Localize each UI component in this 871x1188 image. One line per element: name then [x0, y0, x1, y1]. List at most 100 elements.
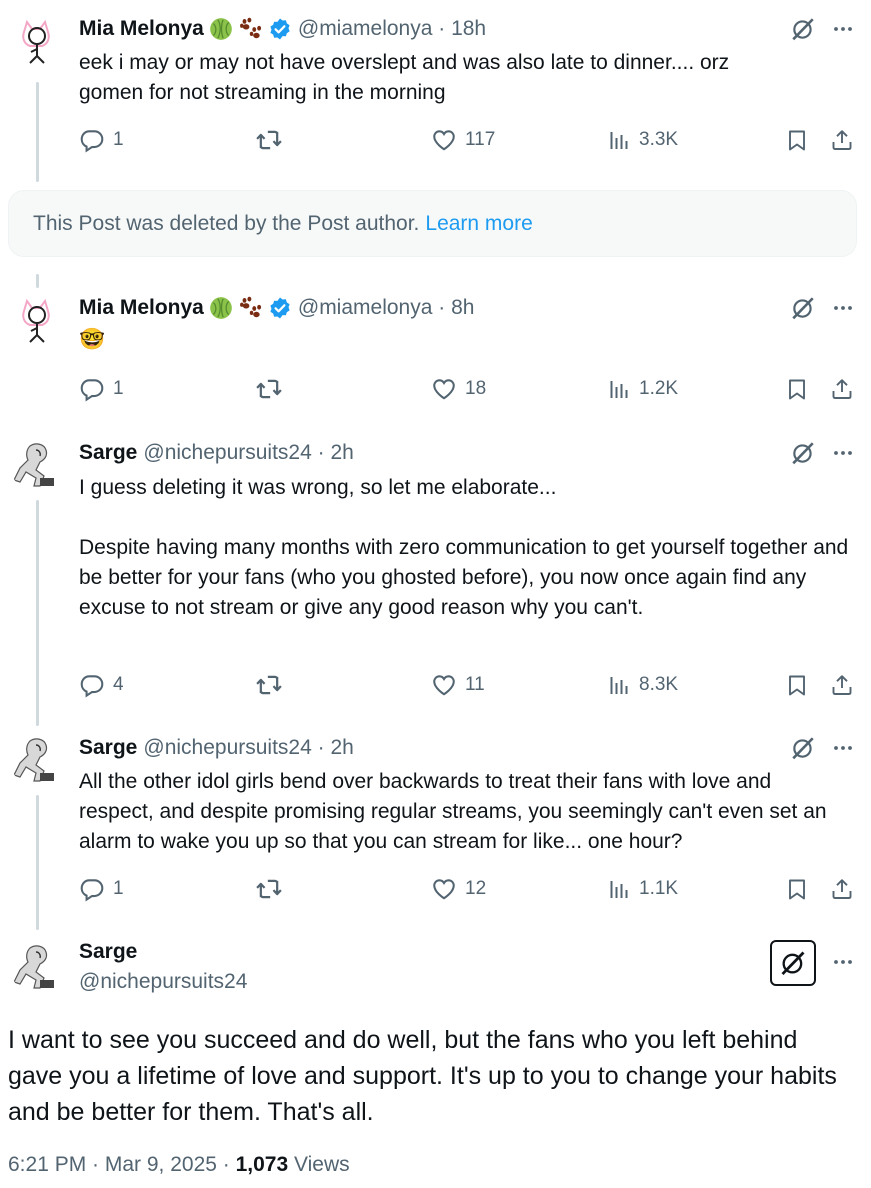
share-icon	[830, 877, 854, 901]
avatar[interactable]	[10, 940, 64, 994]
tweet-header: Mia Melonya @miamelonya · 18h	[79, 14, 486, 44]
views-icon	[607, 673, 631, 697]
reply-button[interactable]: 1	[79, 374, 124, 404]
retweet-icon	[255, 126, 283, 154]
like-button[interactable]: 117	[431, 125, 495, 155]
tweet[interactable]: Sarge @nichepursuits24 · 2h I guess dele…	[0, 438, 871, 708]
tweet[interactable]: Mia Melonya @miamelonya · 18h eek i may …	[0, 14, 871, 174]
deleted-notice-text: This Post was deleted by the Post author…	[33, 211, 420, 235]
grok-icon[interactable]	[788, 293, 818, 323]
reply-button[interactable]: 1	[79, 125, 124, 155]
bookmark-icon	[785, 673, 809, 697]
share-icon	[830, 673, 854, 697]
tweet[interactable]: Mia Melonya @miamelonya · 8h 🤓 1 18 1.2K	[0, 293, 871, 413]
verified-badge-icon	[268, 17, 292, 41]
verified-badge-icon	[268, 296, 292, 320]
grok-icon[interactable]	[788, 14, 818, 44]
heart-icon	[431, 876, 457, 902]
views-button[interactable]: 1.1K	[607, 874, 678, 904]
bookmark-button[interactable]	[785, 874, 809, 904]
retweet-button[interactable]	[255, 125, 283, 155]
reply-icon	[79, 376, 105, 402]
paw-prints-emoji	[238, 295, 264, 321]
retweet-button[interactable]	[255, 670, 283, 700]
avatar[interactable]	[10, 733, 64, 787]
views-icon	[607, 128, 631, 152]
share-icon	[830, 377, 854, 401]
learn-more-link[interactable]: Learn more	[425, 212, 532, 236]
like-button[interactable]: 18	[431, 374, 486, 404]
author-handle[interactable]: @nichepursuits24 · 2h	[143, 736, 353, 760]
more-icon[interactable]	[828, 293, 858, 323]
author-handle[interactable]: @miamelonya · 18h	[298, 17, 486, 41]
like-count: 12	[465, 878, 487, 899]
grok-icon[interactable]	[770, 940, 816, 986]
post-timestamp[interactable]: 6:21 PM · Mar 9, 2025 ·	[8, 1153, 236, 1176]
bookmark-button[interactable]	[785, 125, 809, 155]
views-button[interactable]: 3.3K	[607, 125, 678, 155]
share-button[interactable]	[830, 670, 854, 700]
bookmark-button[interactable]	[785, 374, 809, 404]
reply-count: 4	[113, 674, 124, 695]
like-button[interactable]: 11	[431, 670, 485, 700]
reply-button[interactable]: 4	[79, 670, 124, 700]
grok-icon[interactable]	[788, 733, 818, 763]
paw-prints-emoji	[238, 16, 264, 42]
heart-icon	[431, 127, 457, 153]
reply-icon	[79, 876, 105, 902]
thread-line	[36, 274, 39, 288]
reply-count: 1	[113, 878, 124, 899]
heart-icon	[431, 376, 457, 402]
main-post-text: I want to see you succeed and do well, b…	[8, 1026, 837, 1126]
author-name[interactable]: Sarge	[79, 441, 137, 465]
views-button[interactable]: 8.3K	[607, 670, 678, 700]
author-name[interactable]: Sarge	[79, 736, 137, 760]
author-name[interactable]: Sarge	[79, 940, 137, 964]
bookmark-icon	[785, 128, 809, 152]
tweet-text: eek i may or may not have overslept and …	[79, 51, 730, 104]
author-handle[interactable]: @nichepursuits24	[79, 970, 247, 994]
bookmark-icon	[785, 377, 809, 401]
share-button[interactable]	[830, 125, 854, 155]
views-count: 3.3K	[639, 129, 679, 150]
views-button[interactable]: 1.2K	[607, 374, 678, 404]
reply-icon	[79, 672, 105, 698]
more-icon[interactable]	[828, 438, 858, 468]
like-button[interactable]: 12	[431, 874, 486, 904]
author-handle[interactable]: @miamelonya · 8h	[298, 296, 475, 320]
avatar[interactable]	[10, 438, 64, 492]
grok-icon[interactable]	[788, 438, 818, 468]
share-icon	[830, 128, 854, 152]
author-name[interactable]: Mia Melonya	[79, 17, 204, 41]
views-icon	[607, 877, 631, 901]
retweet-button[interactable]	[255, 374, 283, 404]
views-count: 1,073	[235, 1153, 289, 1176]
retweet-button[interactable]	[255, 874, 283, 904]
heart-icon	[431, 672, 457, 698]
author-name[interactable]: Mia Melonya	[79, 296, 204, 320]
retweet-icon	[255, 671, 283, 699]
avatar[interactable]	[10, 14, 64, 68]
melon-emoji	[208, 295, 234, 321]
tweet-header: Sarge @nichepursuits24 · 2h	[79, 438, 354, 468]
reply-button[interactable]: 1	[79, 874, 124, 904]
views-count: 1.1K	[639, 878, 679, 899]
action-bar: 1 117 3.3K	[79, 125, 859, 155]
bookmark-button[interactable]	[785, 670, 809, 700]
avatar[interactable]	[10, 293, 64, 347]
action-bar: 1 18 1.2K	[79, 374, 859, 404]
author-handle[interactable]: @nichepursuits24 · 2h	[143, 441, 353, 465]
share-button[interactable]	[830, 874, 854, 904]
views-label: Views	[288, 1153, 350, 1176]
more-icon[interactable]	[828, 14, 858, 44]
more-icon[interactable]	[828, 733, 858, 763]
post-meta: 6:21 PM · Mar 9, 2025 · 1,073 Views	[8, 1153, 350, 1177]
like-count: 11	[465, 674, 485, 695]
action-bar: 1 12 1.1K	[79, 874, 859, 904]
retweet-icon	[255, 875, 283, 903]
tweet[interactable]: Sarge @nichepursuits24 · 2h All the othe…	[0, 733, 871, 913]
tweet-text: 🤓	[79, 328, 106, 351]
share-button[interactable]	[830, 374, 854, 404]
tweet-header: Mia Melonya @miamelonya · 8h	[79, 293, 474, 323]
more-icon[interactable]	[828, 947, 858, 977]
